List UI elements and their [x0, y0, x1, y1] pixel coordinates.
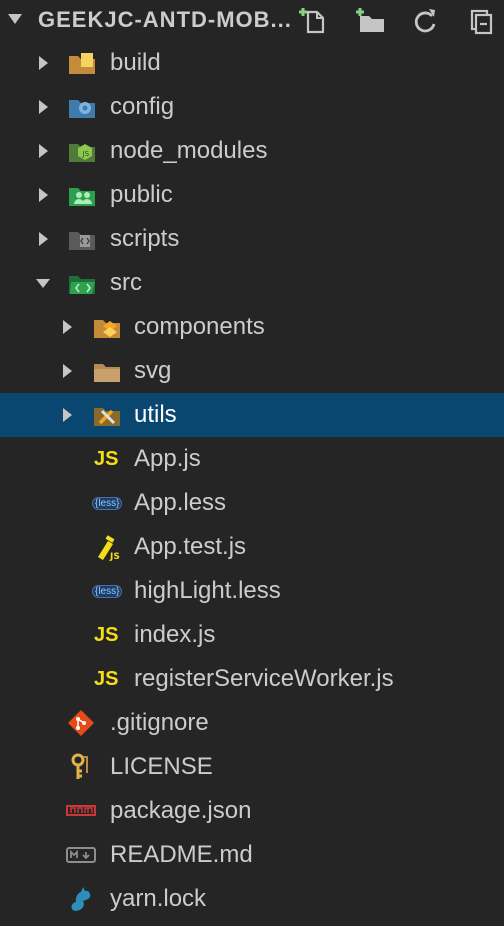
yarn-icon	[71, 887, 91, 911]
chevron-down-icon[interactable]	[36, 279, 50, 288]
tree-item-svg[interactable]: svg	[0, 349, 504, 393]
tree-item-label: build	[110, 49, 161, 76]
tree-item-highlight-less[interactable]: {less} highLight.less	[0, 569, 504, 613]
tree-item-app-less[interactable]: {less} App.less	[0, 481, 504, 525]
tree-item-license[interactable]: LICENSE	[0, 745, 504, 789]
build-folder-icon	[69, 53, 95, 74]
chevron-right-icon[interactable]	[63, 320, 72, 334]
git-icon	[68, 710, 94, 736]
tree-item-label: utils	[134, 401, 177, 428]
tree-item-label: config	[110, 93, 175, 120]
license-key-icon	[71, 753, 88, 779]
tree-item-label: src	[110, 269, 142, 296]
less-icon: {less}	[92, 585, 123, 598]
tree-item-gitignore[interactable]: .gitignore	[0, 701, 504, 745]
less-icon: {less}	[92, 497, 123, 510]
tree-item-label: README.md	[110, 841, 253, 868]
tree-item-label: registerServiceWorker.js	[134, 665, 394, 692]
tree-item-node-modules[interactable]: JS node_modules	[0, 129, 504, 173]
config-folder-icon	[69, 100, 95, 118]
tree-item-yarn-lock[interactable]: yarn.lock	[0, 877, 504, 921]
tree-item-label: index.js	[134, 621, 216, 648]
tree-item-label: scripts	[110, 225, 180, 252]
new-folder-icon[interactable]	[353, 4, 387, 36]
test-js-icon: JS	[98, 535, 120, 561]
tree-item-config[interactable]: config	[0, 85, 504, 129]
folder-icon	[94, 364, 120, 382]
tree-item-utils[interactable]: utils	[0, 393, 504, 437]
utils-folder-icon	[94, 408, 120, 426]
chevron-right-icon[interactable]	[39, 232, 48, 246]
js-icon: JS	[94, 668, 119, 690]
tree-item-label: App.js	[134, 445, 201, 472]
tree-item-public[interactable]: public	[0, 173, 504, 217]
tree-item-label: .gitignore	[110, 709, 209, 736]
js-icon: JS	[94, 448, 119, 470]
chevron-right-icon[interactable]	[39, 100, 48, 114]
explorer-title: GEEKJC-ANTD-MOB...	[38, 7, 292, 32]
svg-text:JS: JS	[82, 150, 90, 158]
scripts-folder-icon	[69, 232, 95, 250]
tree-item-label: App.less	[134, 489, 227, 516]
tree-item-label: public	[110, 181, 173, 208]
tree-item-label: svg	[134, 357, 172, 384]
tree-item-label: App.test.js	[134, 533, 247, 560]
file-tree: build config JS node_modules public scri…	[0, 41, 504, 921]
tree-item-index-js[interactable]: JS index.js	[0, 613, 504, 657]
chevron-down-icon[interactable]	[8, 14, 22, 24]
tree-item-build[interactable]: build	[0, 41, 504, 85]
chevron-right-icon[interactable]	[63, 408, 72, 422]
chevron-right-icon[interactable]	[63, 364, 72, 378]
chevron-right-icon[interactable]	[39, 188, 48, 202]
markdown-icon	[66, 847, 96, 863]
js-icon: JS	[94, 624, 119, 646]
svg-text:JS: JS	[109, 552, 120, 561]
tree-item-readme-md[interactable]: README.md	[0, 833, 504, 877]
chevron-right-icon[interactable]	[39, 56, 48, 70]
tree-item-label: package.json	[110, 797, 252, 824]
src-folder-icon	[69, 276, 95, 294]
tree-item-package-json[interactable]: package.json	[0, 789, 504, 833]
components-folder-icon	[94, 320, 120, 338]
tree-item-label: LICENSE	[110, 753, 213, 780]
tree-item-scripts[interactable]: scripts	[0, 217, 504, 261]
tree-item-app-js[interactable]: JS App.js	[0, 437, 504, 481]
public-folder-icon	[69, 188, 95, 206]
tree-item-src[interactable]: src	[0, 261, 504, 305]
refresh-icon[interactable]	[408, 4, 442, 36]
new-file-icon[interactable]	[296, 4, 330, 36]
tree-item-label: yarn.lock	[110, 885, 207, 912]
tree-item-label: highLight.less	[134, 577, 281, 604]
tree-item-label: components	[134, 313, 265, 340]
chevron-right-icon[interactable]	[39, 144, 48, 158]
tree-item-register-service-worker-js[interactable]: JS registerServiceWorker.js	[0, 657, 504, 701]
tree-item-components[interactable]: components	[0, 305, 504, 349]
explorer-section-header[interactable]: GEEKJC-ANTD-MOB...	[0, 0, 504, 40]
npm-icon	[66, 805, 96, 816]
node-folder-icon: JS	[69, 144, 95, 162]
collapse-all-icon[interactable]	[463, 4, 497, 36]
tree-item-app-test-js[interactable]: JS App.test.js	[0, 525, 504, 569]
tree-item-label: node_modules	[110, 137, 268, 164]
